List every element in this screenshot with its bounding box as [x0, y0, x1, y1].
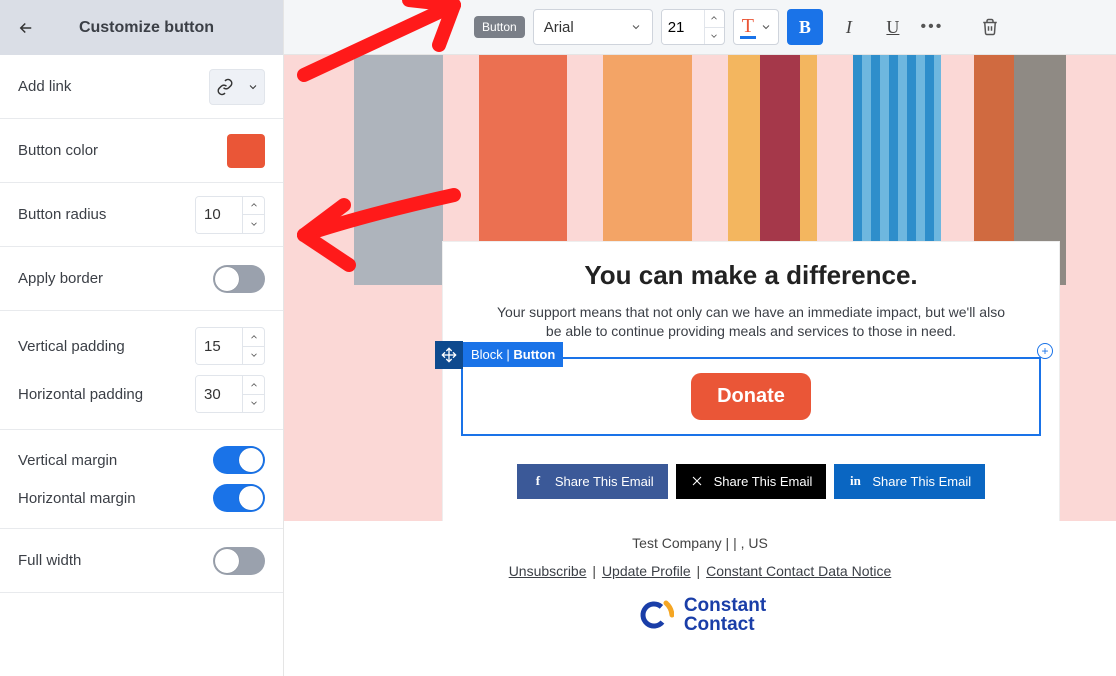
- row-button-color: Button color: [0, 119, 283, 183]
- apply-border-toggle[interactable]: [213, 265, 265, 293]
- footer-company: Test Company | | , US: [284, 535, 1116, 551]
- vertical-margin-label: Vertical margin: [18, 452, 117, 469]
- row-margin: Vertical margin Horizontal margin: [0, 430, 283, 529]
- x-icon: [690, 474, 704, 488]
- horizontal-padding-label: Horizontal padding: [18, 386, 143, 403]
- button-radius-label: Button radius: [18, 206, 106, 223]
- chevron-down-icon[interactable]: [243, 215, 264, 233]
- vertical-padding-input[interactable]: [196, 328, 242, 364]
- card-heading: You can make a difference.: [463, 260, 1039, 291]
- main: Button Arial T B I U •••: [284, 0, 1116, 676]
- facebook-icon: f: [531, 474, 545, 488]
- text-color-picker[interactable]: T: [733, 9, 779, 45]
- unsubscribe-link[interactable]: Unsubscribe: [509, 563, 587, 579]
- toolbar: Button Arial T B I U •••: [284, 0, 1116, 55]
- donate-button[interactable]: Donate: [691, 373, 811, 420]
- button-radius-input[interactable]: [196, 197, 242, 233]
- block-label-type: Button: [513, 347, 555, 362]
- apply-border-label: Apply border: [18, 270, 103, 287]
- share-x-label: Share This Email: [714, 474, 813, 489]
- chevron-down-icon[interactable]: [243, 395, 264, 413]
- horizontal-padding-input[interactable]: [196, 376, 242, 412]
- horizontal-margin-toggle[interactable]: [213, 484, 265, 512]
- more-button[interactable]: •••: [919, 18, 945, 36]
- share-x[interactable]: Share This Email: [676, 464, 827, 499]
- add-link-control[interactable]: [209, 69, 265, 105]
- sidebar: Customize button Add link Button color B…: [0, 0, 284, 676]
- chevron-down-icon[interactable]: [705, 28, 724, 45]
- share-facebook[interactable]: f Share This Email: [517, 464, 668, 499]
- sidebar-header: Customize button: [0, 0, 283, 55]
- row-button-radius: Button radius: [0, 183, 283, 247]
- row-full-width: Full width: [0, 529, 283, 593]
- chevron-down-icon: [760, 21, 772, 33]
- share-linkedin-label: Share This Email: [872, 474, 971, 489]
- full-width-label: Full width: [18, 552, 81, 569]
- button-radius-stepper[interactable]: [195, 196, 265, 234]
- chevron-up-icon[interactable]: [243, 328, 264, 347]
- selected-block[interactable]: Block | Button + Donate: [461, 357, 1041, 436]
- chevron-up-icon[interactable]: [243, 197, 264, 216]
- chevron-up-icon[interactable]: [243, 376, 264, 395]
- update-profile-link[interactable]: Update Profile: [602, 563, 691, 579]
- constant-contact-logo: Constant Contact: [284, 595, 1116, 635]
- italic-button[interactable]: I: [831, 9, 867, 45]
- block-label-prefix: Block |: [471, 347, 513, 362]
- full-width-toggle[interactable]: [213, 547, 265, 575]
- chevron-down-icon: [630, 21, 642, 33]
- element-type-badge: Button: [474, 16, 525, 38]
- share-row: f Share This Email Share This Email in S…: [463, 464, 1039, 499]
- chevron-down-icon: [240, 70, 264, 104]
- bold-button[interactable]: B: [787, 9, 823, 45]
- chevron-down-icon[interactable]: [243, 347, 264, 365]
- button-color-label: Button color: [18, 142, 98, 159]
- email-footer: Test Company | | , US Unsubscribe | Upda…: [284, 521, 1116, 676]
- font-size-stepper[interactable]: [661, 9, 725, 45]
- link-icon: [210, 70, 240, 104]
- horizontal-padding-stepper[interactable]: [195, 375, 265, 413]
- constant-contact-logo-mark: [634, 595, 674, 635]
- add-block-button[interactable]: +: [1037, 343, 1053, 359]
- underline-button[interactable]: U: [875, 9, 911, 45]
- share-facebook-label: Share This Email: [555, 474, 654, 489]
- add-link-label: Add link: [18, 78, 71, 95]
- sidebar-title: Customize button: [50, 19, 267, 37]
- font-size-input[interactable]: [662, 10, 704, 44]
- row-add-link: Add link: [0, 55, 283, 119]
- text-color-icon: T: [740, 16, 756, 39]
- row-apply-border: Apply border: [0, 247, 283, 311]
- canvas[interactable]: You can make a difference. Your support …: [284, 55, 1116, 676]
- back-button[interactable]: [16, 18, 36, 38]
- content-card[interactable]: You can make a difference. Your support …: [442, 241, 1060, 528]
- vertical-margin-toggle[interactable]: [213, 446, 265, 474]
- data-notice-link[interactable]: Constant Contact Data Notice: [706, 563, 891, 579]
- font-family-value: Arial: [544, 19, 574, 36]
- chevron-up-icon[interactable]: [705, 10, 724, 28]
- move-handle[interactable]: [435, 341, 463, 369]
- logo-text-1: Constant: [684, 596, 766, 615]
- button-color-swatch[interactable]: [227, 134, 265, 168]
- delete-button[interactable]: [979, 16, 1001, 38]
- font-family-select[interactable]: Arial: [533, 9, 653, 45]
- linkedin-icon: in: [848, 474, 862, 488]
- row-padding: Vertical padding Horizontal padding: [0, 311, 283, 430]
- vertical-padding-stepper[interactable]: [195, 327, 265, 365]
- block-label: Block | Button: [463, 342, 563, 367]
- share-linkedin[interactable]: in Share This Email: [834, 464, 985, 499]
- logo-text-2: Contact: [684, 615, 766, 634]
- card-body: Your support means that not only can we …: [491, 303, 1011, 341]
- horizontal-margin-label: Horizontal margin: [18, 490, 136, 507]
- vertical-padding-label: Vertical padding: [18, 338, 125, 355]
